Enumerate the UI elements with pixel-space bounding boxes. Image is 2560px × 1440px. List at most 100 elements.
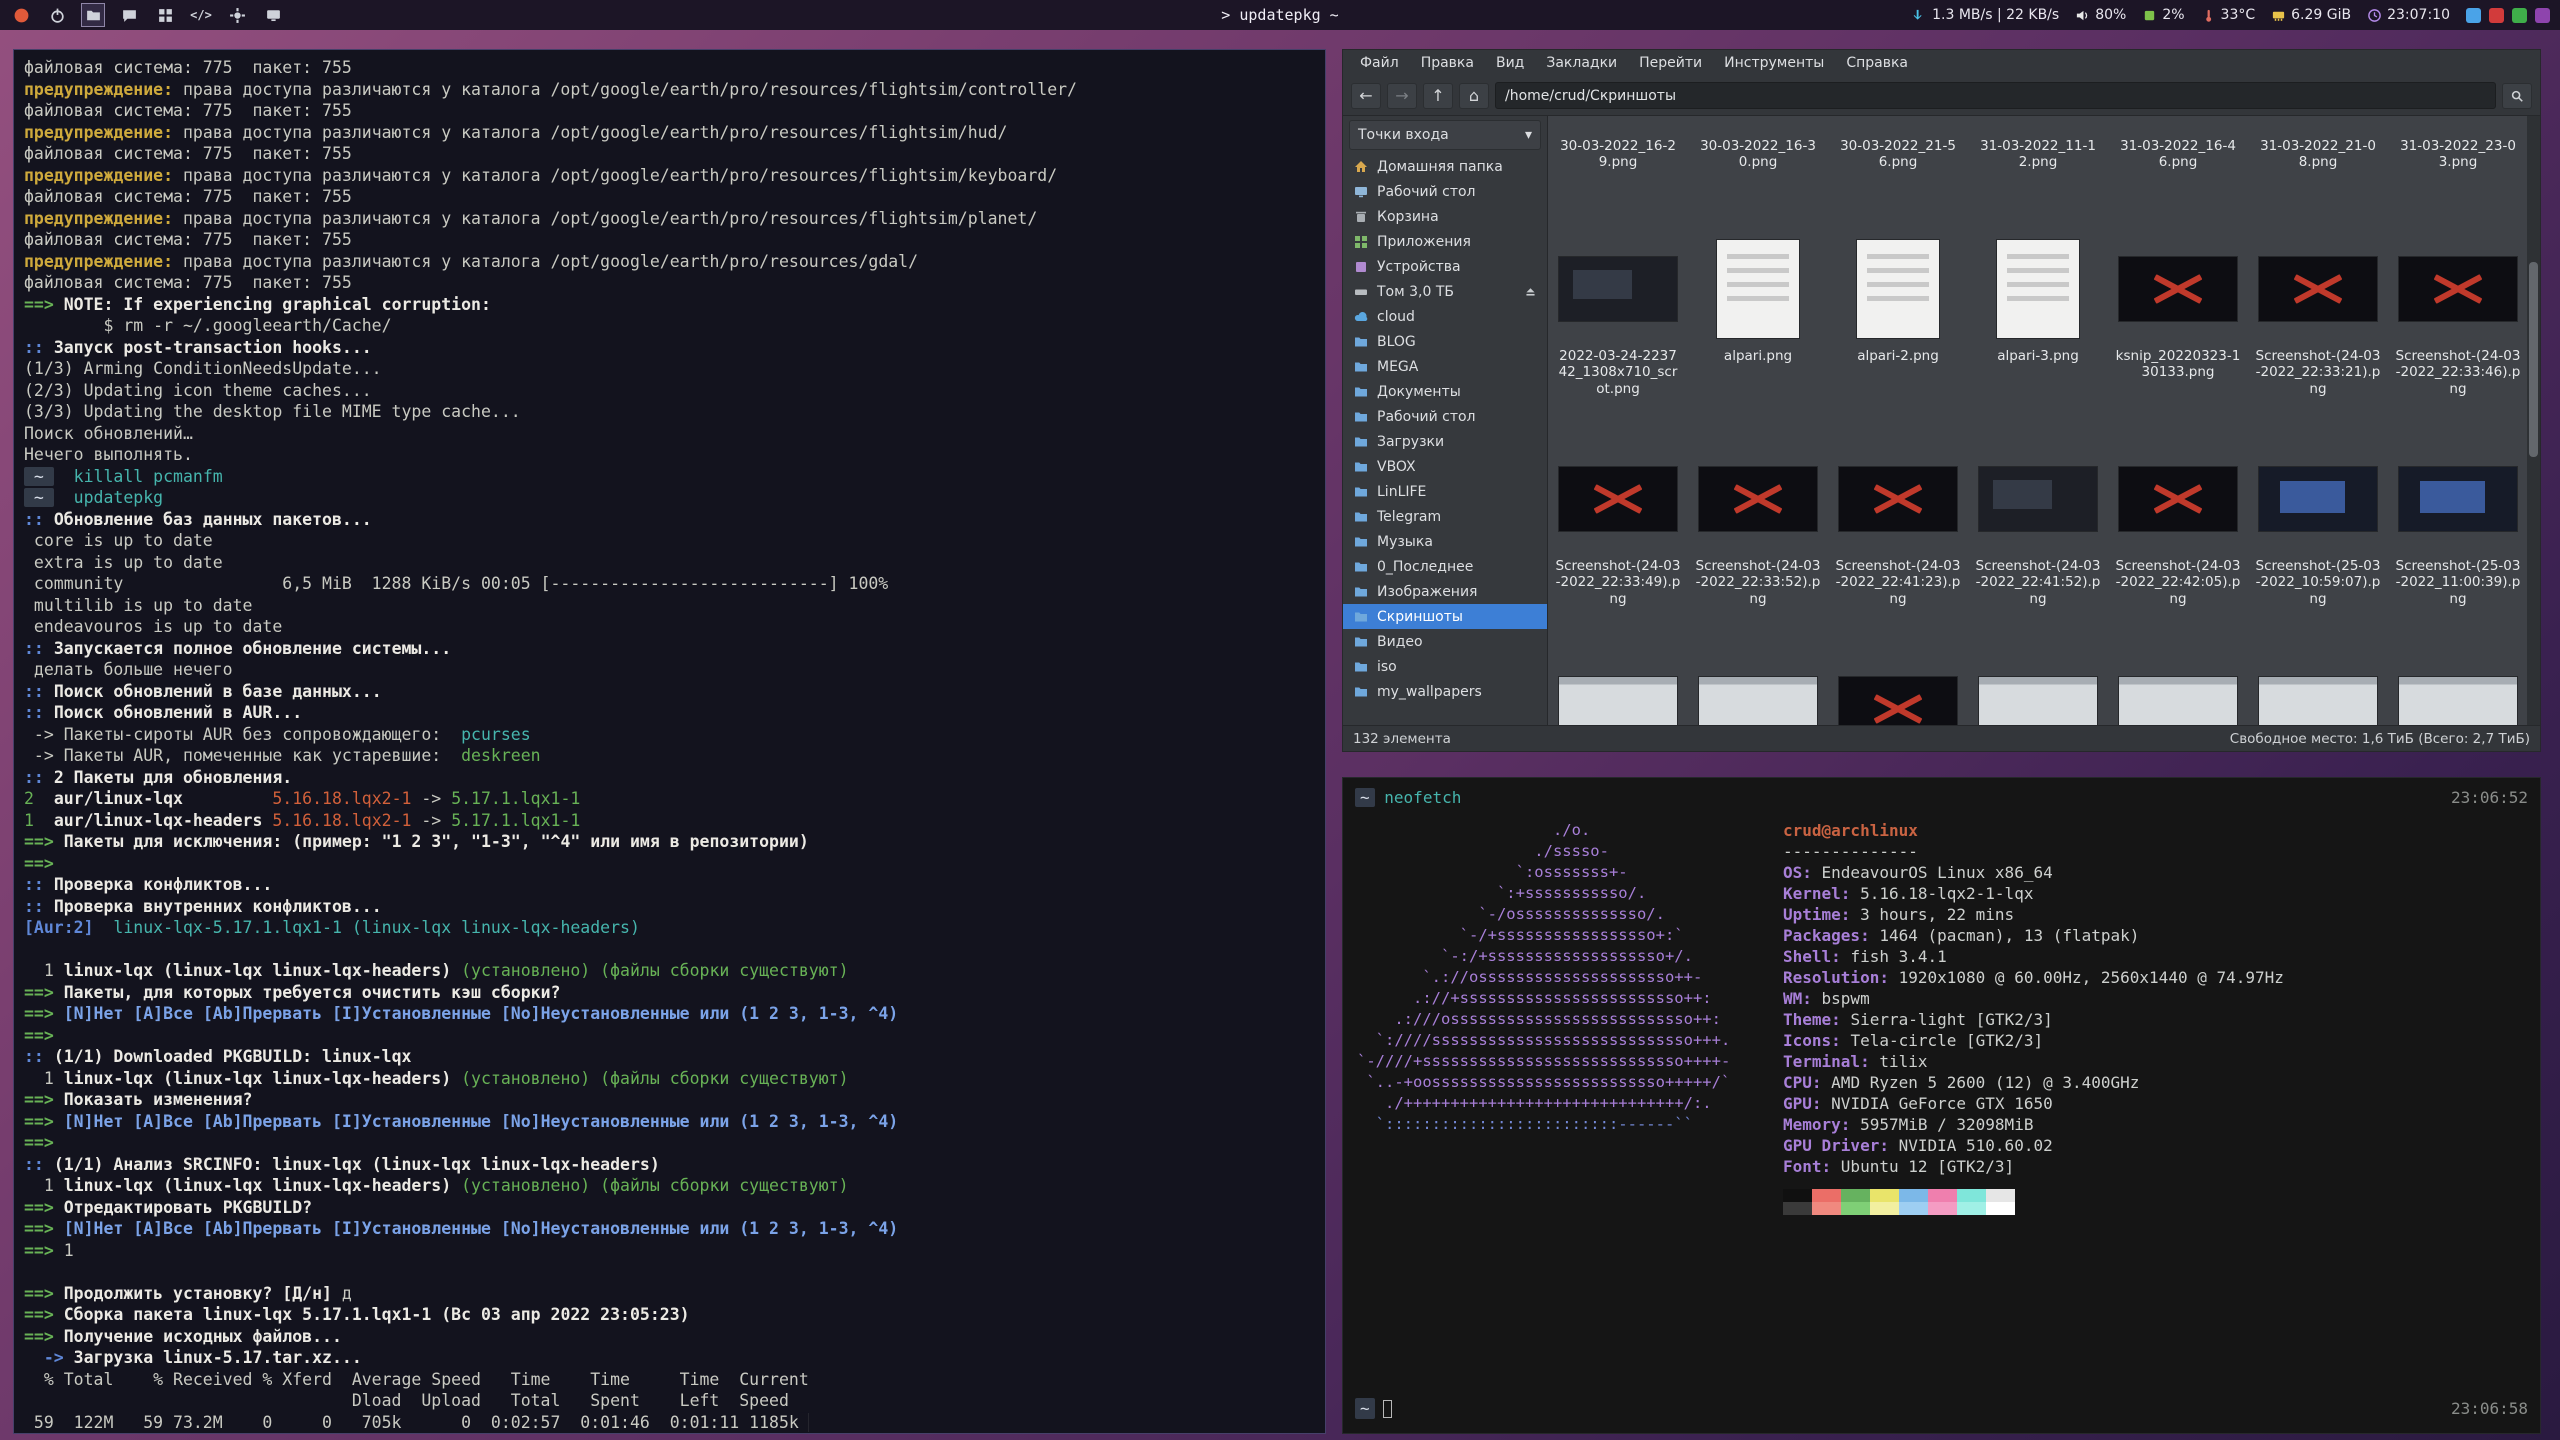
menu-item[interactable]: Файл bbox=[1351, 53, 1408, 73]
file-item[interactable]: Screenshot-(25-03-2022_10:59:07).png bbox=[2248, 444, 2388, 654]
sidebar-item-label: Рабочий стол bbox=[1377, 184, 1476, 200]
volume-level[interactable]: 80% bbox=[2075, 7, 2126, 23]
scrollbar[interactable] bbox=[2527, 116, 2540, 725]
neofetch-command-line: ~ neofetch bbox=[1355, 787, 1461, 808]
sidebar-item-Изображения[interactable]: Изображения bbox=[1343, 579, 1547, 604]
sidebar-item-cloud[interactable]: cloud bbox=[1343, 304, 1547, 329]
files-icon[interactable] bbox=[82, 4, 104, 26]
tools-icon[interactable] bbox=[226, 4, 248, 26]
file-item[interactable]: 2022-03-24-223742_1308x710_scrot.png bbox=[1548, 234, 1688, 444]
sidebar-item-Рабочий стол[interactable]: Рабочий стол bbox=[1343, 404, 1547, 429]
network-speed: 1.3 MB/s | 22 KB/s bbox=[1912, 7, 2059, 23]
terminal-line: :: Запускается полное обновление системы… bbox=[24, 638, 1315, 660]
file-item[interactable] bbox=[2108, 654, 2248, 725]
file-item[interactable]: Screenshot-(24-03-2022_22:33:49).png bbox=[1548, 444, 1688, 654]
shell-prompt-line[interactable]: ~ bbox=[1355, 1398, 1392, 1419]
sidebar-item-label: VBOX bbox=[1377, 459, 1416, 475]
eject-icon[interactable] bbox=[1524, 285, 1537, 298]
file-item[interactable] bbox=[1968, 654, 2108, 725]
menu-item[interactable]: Справка bbox=[1837, 53, 1917, 73]
file-item[interactable]: alpari.png bbox=[1688, 234, 1828, 444]
tray-icon[interactable] bbox=[2489, 8, 2504, 23]
apps-grid-icon[interactable] bbox=[154, 4, 176, 26]
endeavouros-logo-icon[interactable] bbox=[10, 4, 32, 26]
search-button[interactable] bbox=[2502, 83, 2532, 109]
file-item[interactable]: 31-03-2022_11-12.png bbox=[1968, 116, 2108, 234]
sidebar-item-my_wallpapers[interactable]: my_wallpapers bbox=[1343, 679, 1547, 704]
places-combo[interactable]: Точки входа ▾ bbox=[1349, 120, 1541, 150]
terminal-line: :: (1/1) Downloaded PKGBUILD: linux-lqx bbox=[24, 1046, 1315, 1068]
sidebar-item-iso[interactable]: iso bbox=[1343, 654, 1547, 679]
terminal-line: ~ updatepkg bbox=[24, 487, 1315, 509]
sidebar-item-Том 3,0 ТБ[interactable]: Том 3,0 ТБ bbox=[1343, 279, 1547, 304]
back-button[interactable]: ← bbox=[1351, 83, 1381, 109]
sidebar-item-Корзина[interactable]: Корзина bbox=[1343, 204, 1547, 229]
file-item[interactable]: 31-03-2022_23-03.png bbox=[2388, 116, 2528, 234]
sidebar-item-VBOX[interactable]: VBOX bbox=[1343, 454, 1547, 479]
file-item[interactable]: ksnip_20220323-130133.png bbox=[2108, 234, 2248, 444]
file-item[interactable]: Screenshot-(24-03-2022_22:41:23).png bbox=[1828, 444, 1968, 654]
menu-item[interactable]: Закладки bbox=[1537, 53, 1626, 73]
terminal-line: [Aur:2] linux-lqx-5.17.1.lqx1-1 (linux-l… bbox=[24, 917, 1315, 939]
file-item[interactable]: Screenshot-(24-03-2022_22:42:05).png bbox=[2108, 444, 2248, 654]
sidebar-item-Скриншоты[interactable]: Скриншоты bbox=[1343, 604, 1547, 629]
sidebar-item-Приложения[interactable]: Приложения bbox=[1343, 229, 1547, 254]
file-name: 31-03-2022_21-08.png bbox=[2255, 138, 2381, 171]
terminal-neofetch-window[interactable]: ~ neofetch 23:06:52 ./o. ./sssso- `:osss… bbox=[1342, 777, 2541, 1434]
file-item[interactable]: alpari-3.png bbox=[1968, 234, 2108, 444]
sidebar-item-MEGA[interactable]: MEGA bbox=[1343, 354, 1547, 379]
file-item[interactable]: 31-03-2022_21-08.png bbox=[2248, 116, 2388, 234]
power-icon[interactable] bbox=[46, 4, 68, 26]
terminal-line: ==> [N]Нет [A]Все [Ab]Прервать [I]Устано… bbox=[24, 1111, 1315, 1133]
sidebar-item-BLOG[interactable]: BLOG bbox=[1343, 329, 1547, 354]
file-item[interactable]: Screenshot-(25-03-2022_11:00:39).png bbox=[2388, 444, 2528, 654]
sidebar-item-LinLIFE[interactable]: LinLIFE bbox=[1343, 479, 1547, 504]
code-icon[interactable]: </> bbox=[190, 4, 212, 26]
chat-icon[interactable] bbox=[118, 4, 140, 26]
terminal-line bbox=[24, 939, 1315, 961]
tray-icon[interactable] bbox=[2535, 8, 2550, 23]
sidebar-item-Видео[interactable]: Видео bbox=[1343, 629, 1547, 654]
up-button[interactable]: ↑ bbox=[1423, 83, 1453, 109]
file-item[interactable] bbox=[1548, 654, 1688, 725]
sidebar-item-Документы[interactable]: Документы bbox=[1343, 379, 1547, 404]
menu-item[interactable]: Перейти bbox=[1630, 53, 1711, 73]
sidebar-item-0_Последнее[interactable]: 0_Последнее bbox=[1343, 554, 1547, 579]
terminal-line: ==> [N]Нет [A]Все [Ab]Прервать [I]Устано… bbox=[24, 1218, 1315, 1240]
sidebar-item-Домашняя папка[interactable]: Домашняя папка bbox=[1343, 154, 1547, 179]
file-item[interactable] bbox=[1828, 654, 1968, 725]
file-item[interactable]: Screenshot-(24-03-2022_22:33:52).png bbox=[1688, 444, 1828, 654]
menu-item[interactable]: Правка bbox=[1412, 53, 1483, 73]
file-item[interactable]: 31-03-2022_16-46.png bbox=[2108, 116, 2248, 234]
file-item[interactable]: alpari-2.png bbox=[1828, 234, 1968, 444]
menu-item[interactable]: Вид bbox=[1487, 53, 1533, 73]
path-input[interactable] bbox=[1495, 82, 2496, 109]
display-icon[interactable] bbox=[262, 4, 284, 26]
file-item[interactable] bbox=[1688, 654, 1828, 725]
info-row: Resolution: 1920x1080 @ 60.00Hz, 2560x14… bbox=[1783, 967, 2284, 988]
terminal-line: ==> Получение исходных файлов... bbox=[24, 1326, 1315, 1348]
sidebar-item-Устройства[interactable]: Устройства bbox=[1343, 254, 1547, 279]
menu-item[interactable]: Инструменты bbox=[1715, 53, 1833, 73]
file-item[interactable]: 30-03-2022_21-56.png bbox=[1828, 116, 1968, 234]
terminal-update-window[interactable]: файловая система: 775 пакет: 755предупре… bbox=[13, 49, 1326, 1434]
scrollbar-thumb[interactable] bbox=[2529, 262, 2538, 457]
sidebar-item-Telegram[interactable]: Telegram bbox=[1343, 504, 1547, 529]
sidebar-item-Загрузки[interactable]: Загрузки bbox=[1343, 429, 1547, 454]
file-item[interactable]: 30-03-2022_16-30.png bbox=[1688, 116, 1828, 234]
file-item[interactable] bbox=[2388, 654, 2528, 725]
sidebar-item-Музыка[interactable]: Музыка bbox=[1343, 529, 1547, 554]
home-button[interactable]: ⌂ bbox=[1459, 83, 1489, 109]
forward-button[interactable]: → bbox=[1387, 83, 1417, 109]
file-thumbnail bbox=[2118, 466, 2238, 532]
file-thumbnail bbox=[1558, 466, 1678, 532]
sidebar-item-label: Рабочий стол bbox=[1377, 409, 1476, 425]
sidebar-item-Рабочий стол[interactable]: Рабочий стол bbox=[1343, 179, 1547, 204]
file-item[interactable]: Screenshot-(24-03-2022_22:41:52).png bbox=[1968, 444, 2108, 654]
tray-icon[interactable] bbox=[2512, 8, 2527, 23]
file-item[interactable]: 30-03-2022_16-29.png bbox=[1548, 116, 1688, 234]
file-item[interactable] bbox=[2248, 654, 2388, 725]
file-item[interactable]: Screenshot-(24-03-2022_22:33:21).png bbox=[2248, 234, 2388, 444]
tray-icon[interactable] bbox=[2466, 8, 2481, 23]
file-item[interactable]: Screenshot-(24-03-2022_22:33:46).png bbox=[2388, 234, 2528, 444]
